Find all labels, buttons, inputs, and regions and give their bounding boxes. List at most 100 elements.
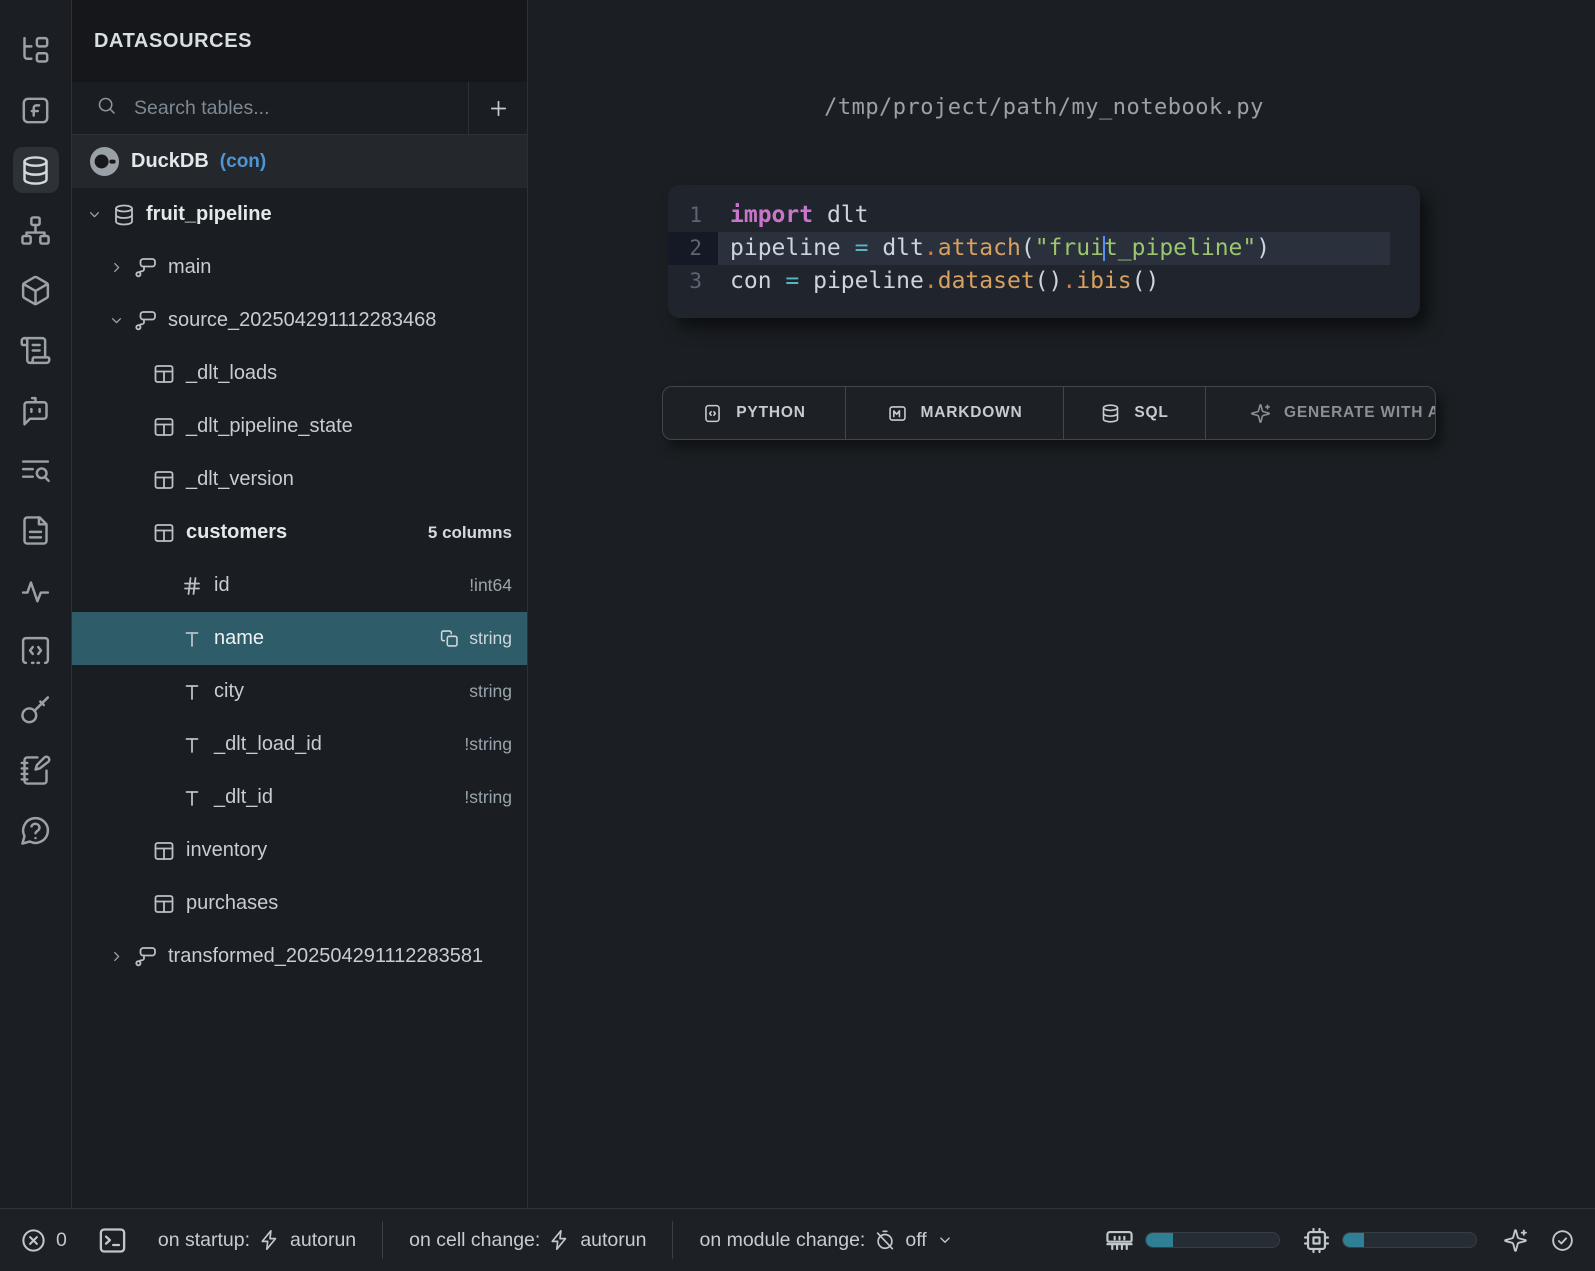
rail-item-documentation-file[interactable] — [13, 507, 59, 553]
tree-row-city[interactable]: city string — [72, 665, 527, 718]
tree-label: inventory — [186, 839, 267, 862]
column-type: string — [469, 681, 512, 702]
rail-item-dependency-graph[interactable] — [13, 207, 59, 253]
rail-item-file-tree[interactable] — [13, 27, 59, 73]
tracing-activity-icon — [19, 574, 52, 607]
tree-label: transformed_202504291112283581 — [168, 945, 483, 968]
code-line-2[interactable]: 2pipeline = dlt.attach("fruit_pipeline") — [668, 232, 1420, 265]
tree-label: name — [214, 627, 264, 650]
setting-label: on cell change: — [409, 1229, 540, 1252]
tree-row-transformed_202504291112283581[interactable]: transformed_202504291112283581 — [72, 930, 527, 983]
tree-label: _dlt_id — [214, 786, 273, 809]
errors-indicator[interactable]: 0 — [20, 1227, 67, 1254]
duckdb-logo-icon — [89, 146, 120, 177]
connection-ok-icon[interactable] — [1550, 1228, 1575, 1253]
rail-item-ai-chat-bot[interactable] — [13, 387, 59, 433]
tree-row-main[interactable]: main — [72, 241, 527, 294]
chevron-down-icon[interactable] — [86, 206, 112, 223]
insert-button-label: GENERATE WITH AI — [1284, 404, 1435, 422]
tree-label: _dlt_loads — [186, 362, 277, 385]
setting-value: autorun — [580, 1229, 646, 1252]
tree-row-customers[interactable]: customers5 columns — [72, 506, 527, 559]
search-input[interactable] — [132, 96, 468, 121]
memory-icon — [1105, 1226, 1134, 1255]
file-tree-icon — [19, 34, 52, 67]
tree-row-purchases[interactable]: purchases — [72, 877, 527, 930]
ram-usage-meter — [1105, 1226, 1280, 1255]
notebook-file-path: /tmp/project/path/my_notebook.py — [668, 95, 1420, 120]
code-text: import dlt — [718, 199, 1390, 232]
insert-cell-toolbar: PYTHON MARKDOWN SQL GENERATE WITH AI — [662, 386, 1436, 440]
app-window: { "colors": { "selection_teal": "#2e5d69… — [0, 0, 1595, 1271]
notebook-main: /tmp/project/path/my_notebook.py 1import… — [528, 0, 1595, 1208]
chevron-right-icon[interactable] — [108, 259, 134, 276]
rail-item-logs-scroll[interactable] — [13, 327, 59, 373]
tree-row-_dlt_id[interactable]: _dlt_id!string — [72, 771, 527, 824]
sparkles-icon — [1250, 403, 1271, 424]
insert-sql-button[interactable]: SQL — [1064, 387, 1206, 439]
circle-x-icon — [20, 1227, 47, 1254]
tree-row-id[interactable]: id !int64 — [72, 559, 527, 612]
rail-item-find-in-cells[interactable] — [13, 447, 59, 493]
rail-item-datasources-database[interactable] — [13, 147, 59, 193]
documentation-file-icon — [19, 514, 52, 547]
add-datasource-button[interactable] — [468, 82, 527, 134]
rail-item-function-square[interactable] — [13, 87, 59, 133]
ai-sparkles-icon[interactable] — [1503, 1228, 1528, 1253]
rail-item-help-circle[interactable] — [13, 807, 59, 853]
tree-label: purchases — [186, 892, 278, 915]
table-icon — [152, 415, 176, 439]
terminal-button[interactable] — [97, 1225, 128, 1256]
tree-row-_dlt_version[interactable]: _dlt_version — [72, 453, 527, 506]
panel-title: DATASOURCES — [94, 30, 252, 53]
tree-row-_dlt_pipeline_state[interactable]: _dlt_pipeline_state — [72, 400, 527, 453]
on-module-change-setting[interactable]: on module change:off — [699, 1229, 953, 1252]
function-square-icon — [19, 94, 52, 127]
activity-rail — [0, 0, 72, 1208]
setting-label: on startup: — [158, 1229, 250, 1252]
markdown-square-icon — [887, 403, 908, 424]
rail-item-packages-box[interactable] — [13, 267, 59, 313]
chevron-down-icon[interactable] — [108, 312, 134, 329]
chevron-right-icon[interactable] — [108, 948, 134, 965]
tree-label: _dlt_load_id — [214, 733, 322, 756]
line-number: 2 — [668, 232, 718, 265]
on-cell-change-setting[interactable]: on cell change: autorun — [409, 1229, 646, 1252]
database-icon — [112, 203, 136, 227]
tree-row-inventory[interactable]: inventory — [72, 824, 527, 877]
schema-icon — [134, 309, 158, 333]
rail-item-snippets-code[interactable] — [13, 627, 59, 673]
text-icon — [180, 733, 204, 757]
copy-icon[interactable] — [439, 628, 460, 649]
insert-markdown-button[interactable]: MARKDOWN — [846, 387, 1064, 439]
column-type: !int64 — [469, 575, 512, 596]
connection-row-duckdb[interactable]: DuckDB (con) — [72, 135, 527, 188]
code-cell[interactable]: 1import dlt2pipeline = dlt.attach("fruit… — [668, 185, 1420, 318]
search-icon — [96, 95, 117, 121]
scratchpad-notebook-icon — [19, 754, 52, 787]
insert-python-button[interactable]: PYTHON — [663, 387, 846, 439]
tree-label: _dlt_pipeline_state — [186, 415, 353, 438]
search-box[interactable] — [72, 82, 468, 134]
panel-close-icon[interactable] — [475, 29, 499, 53]
rail-item-secrets-key[interactable] — [13, 687, 59, 733]
rail-item-scratchpad-notebook[interactable] — [13, 747, 59, 793]
datasource-tree: fruit_pipelinemainsource_202504291112283… — [72, 188, 527, 983]
code-line-1[interactable]: 1import dlt — [668, 199, 1420, 232]
insert-button-label: PYTHON — [736, 404, 805, 422]
tree-row-name[interactable]: name string — [72, 612, 527, 665]
cpu-icon — [1302, 1226, 1331, 1255]
tree-row-_dlt_loads[interactable]: _dlt_loads — [72, 347, 527, 400]
tree-label: id — [214, 574, 230, 597]
on-startup-setting[interactable]: on startup:autorun — [158, 1229, 356, 1252]
column-type: string — [469, 628, 512, 649]
tree-row-_dlt_load_id[interactable]: _dlt_load_id!string — [72, 718, 527, 771]
tree-row-fruit_pipeline[interactable]: fruit_pipeline — [72, 188, 527, 241]
tree-label: city — [214, 680, 244, 703]
insert-button-label: SQL — [1134, 404, 1168, 422]
tree-row-source_202504291112283468[interactable]: source_202504291112283468 — [72, 294, 527, 347]
rail-item-tracing-activity[interactable] — [13, 567, 59, 613]
insert-generate-with-ai-button[interactable]: GENERATE WITH AI — [1206, 387, 1435, 439]
hash-icon — [180, 574, 204, 598]
code-line-3[interactable]: 3con = pipeline.dataset().ibis() — [668, 265, 1420, 298]
